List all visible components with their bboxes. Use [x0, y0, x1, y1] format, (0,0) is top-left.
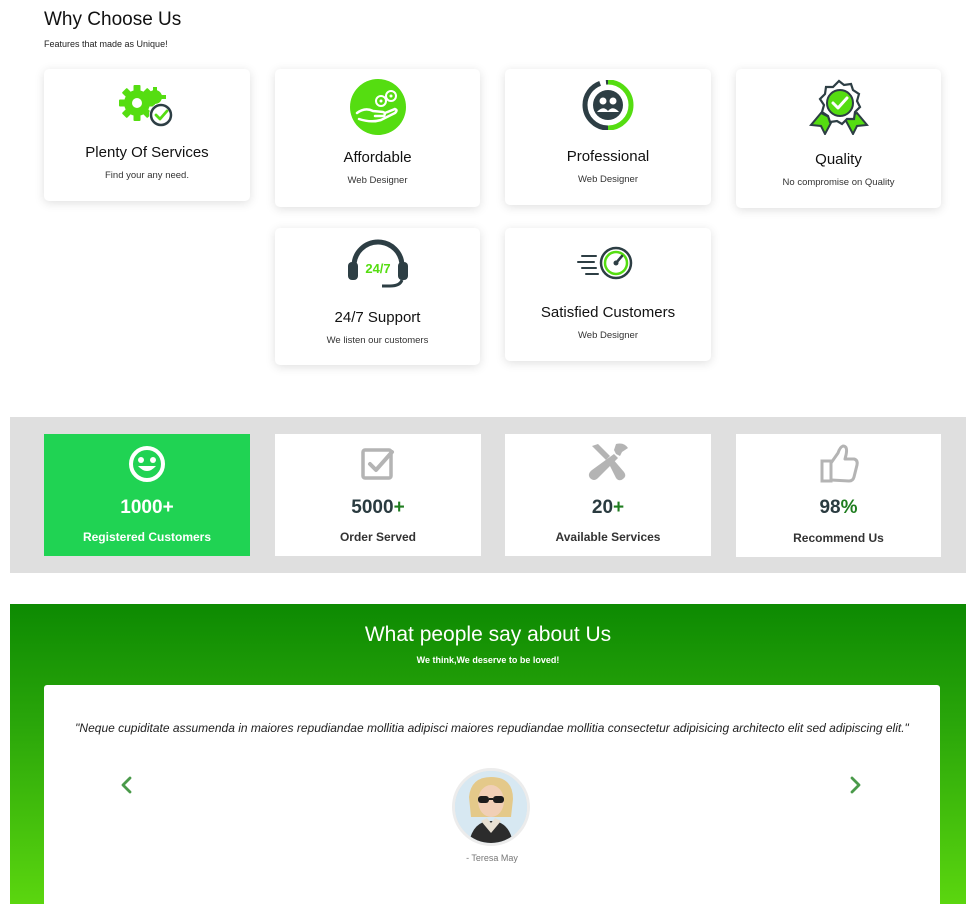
- testimonials-section: What people say about Us We think,We des…: [10, 604, 966, 904]
- feature-subtitle: We listen our customers: [326, 335, 429, 346]
- feature-card-quality: Quality No compromise on Quality: [736, 69, 941, 208]
- stat-label: Available Services: [555, 530, 661, 544]
- feature-title: Satisfied Customers: [540, 304, 676, 321]
- stat-card-recommend-us: 98% Recommend Us: [736, 434, 941, 557]
- testimonial-card: "Neque cupiditate assumenda in maiores r…: [44, 685, 940, 904]
- chevron-left-icon[interactable]: [116, 773, 136, 797]
- stat-number: 98%: [736, 497, 941, 519]
- smiley-icon: [44, 444, 250, 484]
- stat-value: 20: [591, 497, 614, 518]
- feature-card-plenty-of-services: Plenty Of Services Find your any need.: [44, 69, 250, 201]
- money-hand-icon: [275, 79, 480, 135]
- stat-number: 20+: [505, 497, 711, 519]
- feature-card-24-7-support: 24/7 24/7 Support We listen our customer…: [275, 228, 480, 365]
- testimonial-author: - Teresa May: [466, 853, 518, 863]
- feature-card-affordable: Affordable Web Designer: [275, 69, 480, 207]
- tools-icon: [505, 442, 711, 484]
- feature-card-professional: Professional Web Designer: [505, 69, 711, 205]
- feature-subtitle: Find your any need.: [105, 170, 189, 181]
- feature-title: Professional: [566, 148, 650, 165]
- feature-subtitle: Web Designer: [577, 330, 639, 341]
- stat-label: Recommend Us: [793, 531, 884, 545]
- checkbox-icon: [275, 444, 481, 484]
- stat-number: 5000+: [275, 497, 481, 519]
- feature-subtitle: No compromise on Quality: [782, 177, 895, 188]
- speedometer-icon: [505, 244, 711, 282]
- feature-card-satisfied-customers: Satisfied Customers Web Designer: [505, 228, 711, 361]
- stat-value: 1000: [120, 497, 163, 518]
- stat-card-available-services: 20+ Available Services: [505, 434, 711, 556]
- stat-card-order-served: 5000+ Order Served: [275, 434, 481, 556]
- stat-label: Order Served: [339, 530, 417, 544]
- quality-badge-icon: [736, 79, 941, 135]
- team-circle-icon: [505, 80, 711, 130]
- stat-suffix: +: [162, 497, 174, 518]
- feature-title: Quality: [815, 151, 862, 168]
- feature-title: Affordable: [343, 149, 412, 166]
- stat-label: Registered Customers: [82, 530, 212, 544]
- feature-subtitle: Web Designer: [577, 174, 639, 185]
- thumbs-up-icon: [736, 443, 941, 483]
- stat-value: 5000: [351, 497, 394, 518]
- feature-title: 24/7 Support: [334, 309, 421, 326]
- chevron-right-icon[interactable]: [846, 773, 866, 797]
- avatar: [452, 768, 530, 846]
- stat-card-registered-customers: 1000+ Registered Customers: [44, 434, 250, 556]
- testimonials-subtitle: We think,We deserve to be loved!: [416, 655, 560, 665]
- feature-subtitle: Web Designer: [347, 175, 408, 186]
- section-title: Why Choose Us: [44, 9, 182, 30]
- svg-text:24/7: 24/7: [365, 261, 390, 276]
- testimonials-title: What people say about Us: [364, 623, 612, 646]
- stat-value: 98: [819, 497, 841, 518]
- stat-suffix: +: [393, 497, 405, 518]
- headset-247-icon: 24/7: [275, 236, 480, 288]
- feature-title: Plenty Of Services: [85, 144, 209, 161]
- gears-check-icon: [44, 83, 250, 131]
- stat-suffix: %: [840, 497, 858, 518]
- testimonial-quote: "Neque cupiditate assumenda in maiores r…: [75, 721, 909, 735]
- stat-suffix: +: [613, 497, 625, 518]
- section-subtitle: Features that made as Unique!: [44, 39, 168, 49]
- stat-number: 1000+: [44, 497, 250, 519]
